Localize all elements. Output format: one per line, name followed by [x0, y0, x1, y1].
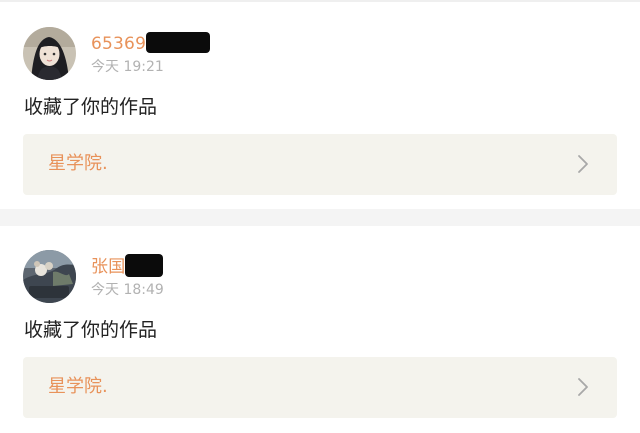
user-avatar[interactable] — [23, 27, 76, 80]
timestamp: 今天 19:21 — [91, 59, 164, 75]
work-link[interactable]: 星学院. — [23, 134, 617, 195]
notification-item: 张国 今天 18:49 收藏了你的作品 星学院. — [0, 226, 640, 433]
user-avatar[interactable] — [23, 250, 76, 303]
redaction-mark — [125, 253, 164, 277]
chevron-right-icon — [578, 155, 588, 173]
timestamp: 今天 18:49 — [91, 282, 164, 298]
chevron-right-icon — [578, 378, 588, 396]
notification-item: 65369 今天 19:21 收藏了你的作品 星学院. — [0, 2, 640, 209]
redaction-mark — [146, 31, 211, 53]
username-text: 65369 — [91, 34, 147, 54]
action-text: 收藏了你的作品 — [24, 319, 158, 341]
section-divider — [0, 209, 640, 226]
avatar-photo-icon — [23, 250, 76, 303]
username[interactable]: 65369 — [91, 31, 211, 55]
username-text: 张国 — [91, 257, 126, 277]
username[interactable]: 张国 — [91, 253, 164, 278]
work-link[interactable]: 星学院. — [23, 357, 617, 418]
action-text: 收藏了你的作品 — [24, 96, 158, 118]
avatar-girl-icon — [23, 27, 76, 80]
work-title: 星学院. — [48, 376, 108, 397]
work-title: 星学院. — [48, 153, 108, 174]
